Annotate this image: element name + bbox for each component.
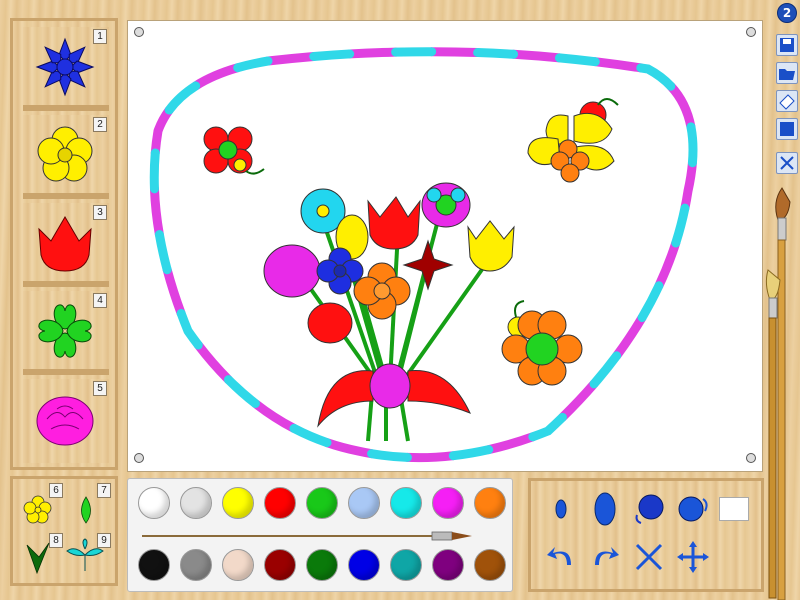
- drawing-canvas[interactable]: [127, 20, 763, 472]
- paintbrushes-decoration: [765, 187, 791, 600]
- right-toolbar: 2: [772, 0, 800, 190]
- color-swatch[interactable]: [222, 549, 254, 581]
- shape-primrose[interactable]: 2: [23, 115, 109, 199]
- leaf-sprig-icon: [66, 538, 104, 571]
- color-swatch[interactable]: [432, 487, 464, 519]
- cornflower-icon: [35, 37, 95, 97]
- color-swatch[interactable]: [348, 487, 380, 519]
- color-swatch[interactable]: [180, 487, 212, 519]
- red-clover-flower: [203, 126, 265, 175]
- shape-cornflower[interactable]: 1: [23, 27, 109, 111]
- undo-icon: [547, 547, 571, 565]
- rotate-right-tool[interactable]: [675, 491, 711, 527]
- eraser-button[interactable]: [776, 90, 798, 112]
- close-icon: [780, 156, 794, 170]
- paintbrush-icon: [142, 531, 472, 541]
- leaf-stem-icon: [26, 542, 50, 575]
- shape-bud[interactable]: 7: [67, 483, 111, 531]
- open-button[interactable]: [776, 62, 798, 84]
- floppy-disk-icon: [780, 38, 794, 52]
- color-swatch[interactable]: [348, 549, 380, 581]
- rotate-left-icon: [635, 494, 664, 524]
- color-swatch[interactable]: [180, 549, 212, 581]
- help-button[interactable]: 2: [777, 3, 797, 23]
- color-swatch[interactable]: [264, 549, 296, 581]
- redo-tool[interactable]: [587, 539, 623, 575]
- save-button[interactable]: [776, 34, 798, 56]
- large-drop-tool[interactable]: [587, 491, 623, 527]
- cross-icon: [635, 543, 663, 571]
- color-swatch[interactable]: [432, 549, 464, 581]
- shape-leaf-sprig[interactable]: 9: [66, 533, 111, 581]
- rotate-left-tool[interactable]: [631, 491, 667, 527]
- redo-icon: [595, 547, 619, 565]
- bouquet-flowers: [263, 182, 515, 428]
- color-swatch[interactable]: [390, 487, 422, 519]
- bud-icon: [81, 496, 91, 524]
- clear-tool[interactable]: [631, 539, 667, 575]
- color-swatch[interactable]: [306, 487, 338, 519]
- orange-clover-flower: [501, 300, 583, 386]
- shape-rose[interactable]: 5: [23, 379, 109, 463]
- shape-clover[interactable]: 4: [23, 291, 109, 375]
- color-swatch[interactable]: [390, 549, 422, 581]
- move-tool[interactable]: [675, 539, 711, 575]
- shapes-panel: 1 2 3 4 5: [10, 18, 118, 470]
- small-drop-icon: [555, 499, 567, 519]
- small-drop-tool[interactable]: [543, 491, 579, 527]
- shape-leaf-stem[interactable]: 8: [19, 533, 63, 581]
- shape-small-flower[interactable]: 6: [19, 483, 63, 531]
- undo-tool[interactable]: [543, 539, 579, 575]
- color-swatch[interactable]: [264, 487, 296, 519]
- folder-icon: [779, 69, 795, 80]
- color-swatch[interactable]: [138, 549, 170, 581]
- color-swatch[interactable]: [138, 487, 170, 519]
- current-color-preview: [719, 497, 749, 521]
- shape-tulip[interactable]: 3: [23, 203, 109, 287]
- eraser-icon: [779, 94, 795, 110]
- large-drop-icon: [594, 492, 616, 526]
- butterfly-flower-top-right: [527, 98, 619, 183]
- artwork: [149, 47, 698, 463]
- small-flower-icon: [23, 495, 52, 524]
- tulip-icon: [38, 216, 92, 272]
- tools-panel: [528, 478, 764, 592]
- fill-button[interactable]: [776, 118, 798, 140]
- color-swatch[interactable]: [222, 487, 254, 519]
- move-arrows-icon: [677, 541, 709, 573]
- primrose-icon: [37, 126, 93, 182]
- blue-square-icon: [780, 122, 794, 136]
- clover-icon: [38, 304, 92, 358]
- color-palette: [127, 478, 513, 592]
- small-shapes-panel: 6 7 8 9: [10, 476, 118, 586]
- close-button[interactable]: [776, 152, 798, 174]
- color-swatch[interactable]: [474, 487, 506, 519]
- rotate-right-icon: [678, 496, 708, 522]
- rose-icon: [36, 396, 94, 446]
- color-swatch[interactable]: [306, 549, 338, 581]
- color-swatch[interactable]: [474, 549, 506, 581]
